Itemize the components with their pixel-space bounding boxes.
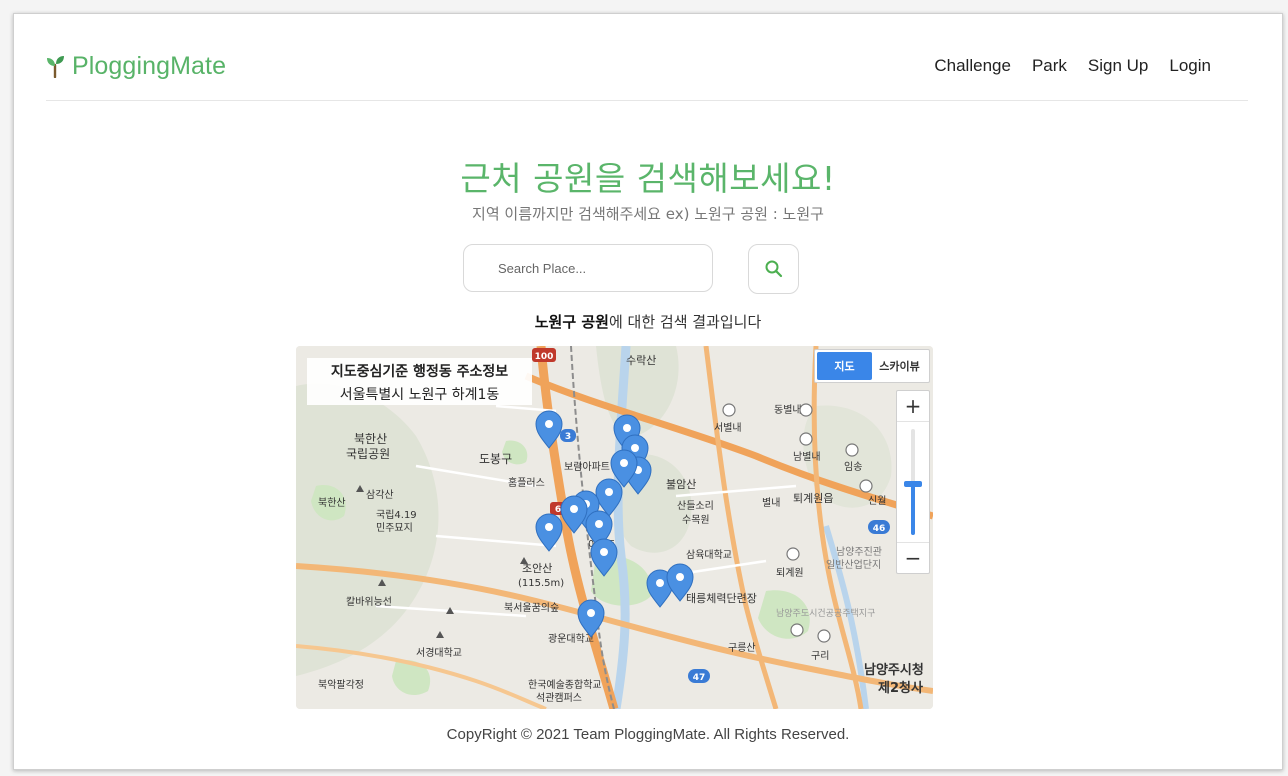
map-label: 남양주도시건공공주택지구	[776, 608, 875, 619]
road-shield-label: 47	[693, 673, 706, 683]
sprout-logo-icon	[47, 56, 64, 78]
map-label: 동별내	[774, 404, 802, 416]
zoom-control: + −	[896, 390, 930, 574]
zoom-in-button[interactable]: +	[897, 391, 929, 422]
road-shield-label: 100	[535, 352, 554, 362]
map-view[interactable]: 수락산 동별내 서별내 남별내 임송 신월 북한산 국립공원 북한산 삼각산 도…	[296, 346, 933, 709]
map-label: 민주묘지	[376, 522, 413, 534]
map-label: 일반산업단지	[826, 558, 881, 571]
navbar: PloggingMate Challenge Park Sign Up Logi…	[46, 14, 1248, 101]
map-label: 신월	[868, 495, 886, 507]
map-label: 서경대학교	[416, 646, 462, 659]
map-label: 국립공원	[346, 447, 390, 461]
search-icon	[765, 260, 782, 278]
map-label: 북악팔각정	[318, 679, 364, 691]
interchange-icon	[799, 403, 813, 417]
footer-copyright: CopyRight © 2021 Team PloggingMate. All …	[446, 726, 850, 743]
map-label: 북서울꿈의숲	[504, 602, 559, 614]
map-label: 임송	[844, 460, 862, 473]
map-label: 남양주시청	[864, 662, 924, 678]
map-type-skyview-button[interactable]: 스카이뷰	[872, 352, 927, 380]
search-button[interactable]	[748, 244, 799, 294]
map-label: 삼각산	[366, 489, 394, 501]
zoom-out-button[interactable]: −	[897, 542, 929, 573]
map-label: 광운대학교	[548, 633, 594, 645]
nav-link-challenge[interactable]: Challenge	[934, 56, 1011, 76]
search-input[interactable]	[464, 245, 712, 291]
map-label: (115.5m)	[518, 578, 564, 589]
map-label: 홈플러스	[508, 476, 545, 489]
map-label: 삼육대학교	[686, 549, 732, 561]
map-label: 산들소리	[677, 500, 714, 512]
road-shield-label: 6	[555, 505, 561, 515]
interchange-icon	[817, 629, 831, 643]
map-label: 제2청사	[878, 680, 923, 696]
brand-link[interactable]: PloggingMate	[46, 50, 226, 82]
interchange-icon	[845, 443, 859, 457]
nav-link-sign-up[interactable]: Sign Up	[1088, 56, 1148, 76]
map-label: 칼바위능선	[346, 595, 392, 608]
interchange-icon	[799, 432, 813, 446]
interchange-icon	[722, 403, 736, 417]
interchange-icon	[859, 479, 873, 493]
nav-link-login[interactable]: Login	[1169, 56, 1211, 76]
search-box	[463, 244, 713, 292]
page-subtitle: 지역 이름까지만 검색해주세요 ex) 노원구 공원 : 노원구	[472, 205, 824, 223]
search-result-suffix: 에 대한 검색 결과입니다	[608, 313, 762, 331]
page-title: 근처 공원을 검색해보세요!	[460, 159, 836, 198]
map-address-text: 서울특별시 노원구 하계1동	[339, 387, 500, 403]
map-label: 서별내	[714, 422, 742, 434]
map-label: 남별내	[793, 451, 821, 463]
nav-link-park[interactable]: Park	[1032, 56, 1067, 76]
interchange-icon	[790, 623, 804, 637]
map-address-info: 지도중심기준 행정동 주소정보 서울특별시 노원구 하계1동	[307, 358, 532, 405]
map-label: 태릉체력단련장	[686, 592, 757, 605]
map-label: 국립4.19	[376, 508, 417, 521]
map-label: 수목원	[682, 514, 710, 526]
map-label: 퇴계원	[776, 567, 804, 579]
map-label: 한국예술종합학교	[528, 679, 602, 691]
map-label: 구리	[811, 650, 829, 662]
map-label: 북한산	[318, 497, 346, 509]
nav-links: Challenge Park Sign Up Login	[934, 56, 1211, 76]
map-type-roadmap-button[interactable]: 지도	[817, 352, 872, 380]
zoom-slider-handle[interactable]	[904, 481, 922, 487]
search-result-text: 노원구 공원에 대한 검색 결과입니다	[14, 311, 1282, 332]
map-label: 석관캠퍼스	[536, 692, 582, 704]
search-result-query: 노원구 공원	[534, 313, 609, 331]
zoom-slider-fill	[911, 485, 915, 535]
map-type-control: 지도 스카이뷰	[814, 349, 930, 383]
road-shield-label: 46	[873, 524, 886, 534]
map-address-title: 지도중심기준 행정동 주소정보	[330, 364, 509, 380]
map-label: 별내	[762, 497, 780, 509]
road-shield-label: 3	[565, 432, 571, 442]
map-label: 남양주진관	[836, 546, 882, 558]
map-label: 불암산	[666, 478, 696, 491]
map-label: 구릉산	[728, 642, 756, 654]
map-label: 수락산	[626, 354, 656, 367]
map-label: 퇴계원읍	[793, 492, 833, 505]
map-label: 보람아파트	[564, 460, 610, 473]
brand-name: PloggingMate	[72, 51, 227, 80]
map-label: 북한산	[354, 432, 387, 446]
interchange-icon	[786, 547, 800, 561]
browser-viewport: PloggingMate Challenge Park Sign Up Logi…	[13, 13, 1283, 770]
map-label: 도봉구	[479, 452, 512, 466]
